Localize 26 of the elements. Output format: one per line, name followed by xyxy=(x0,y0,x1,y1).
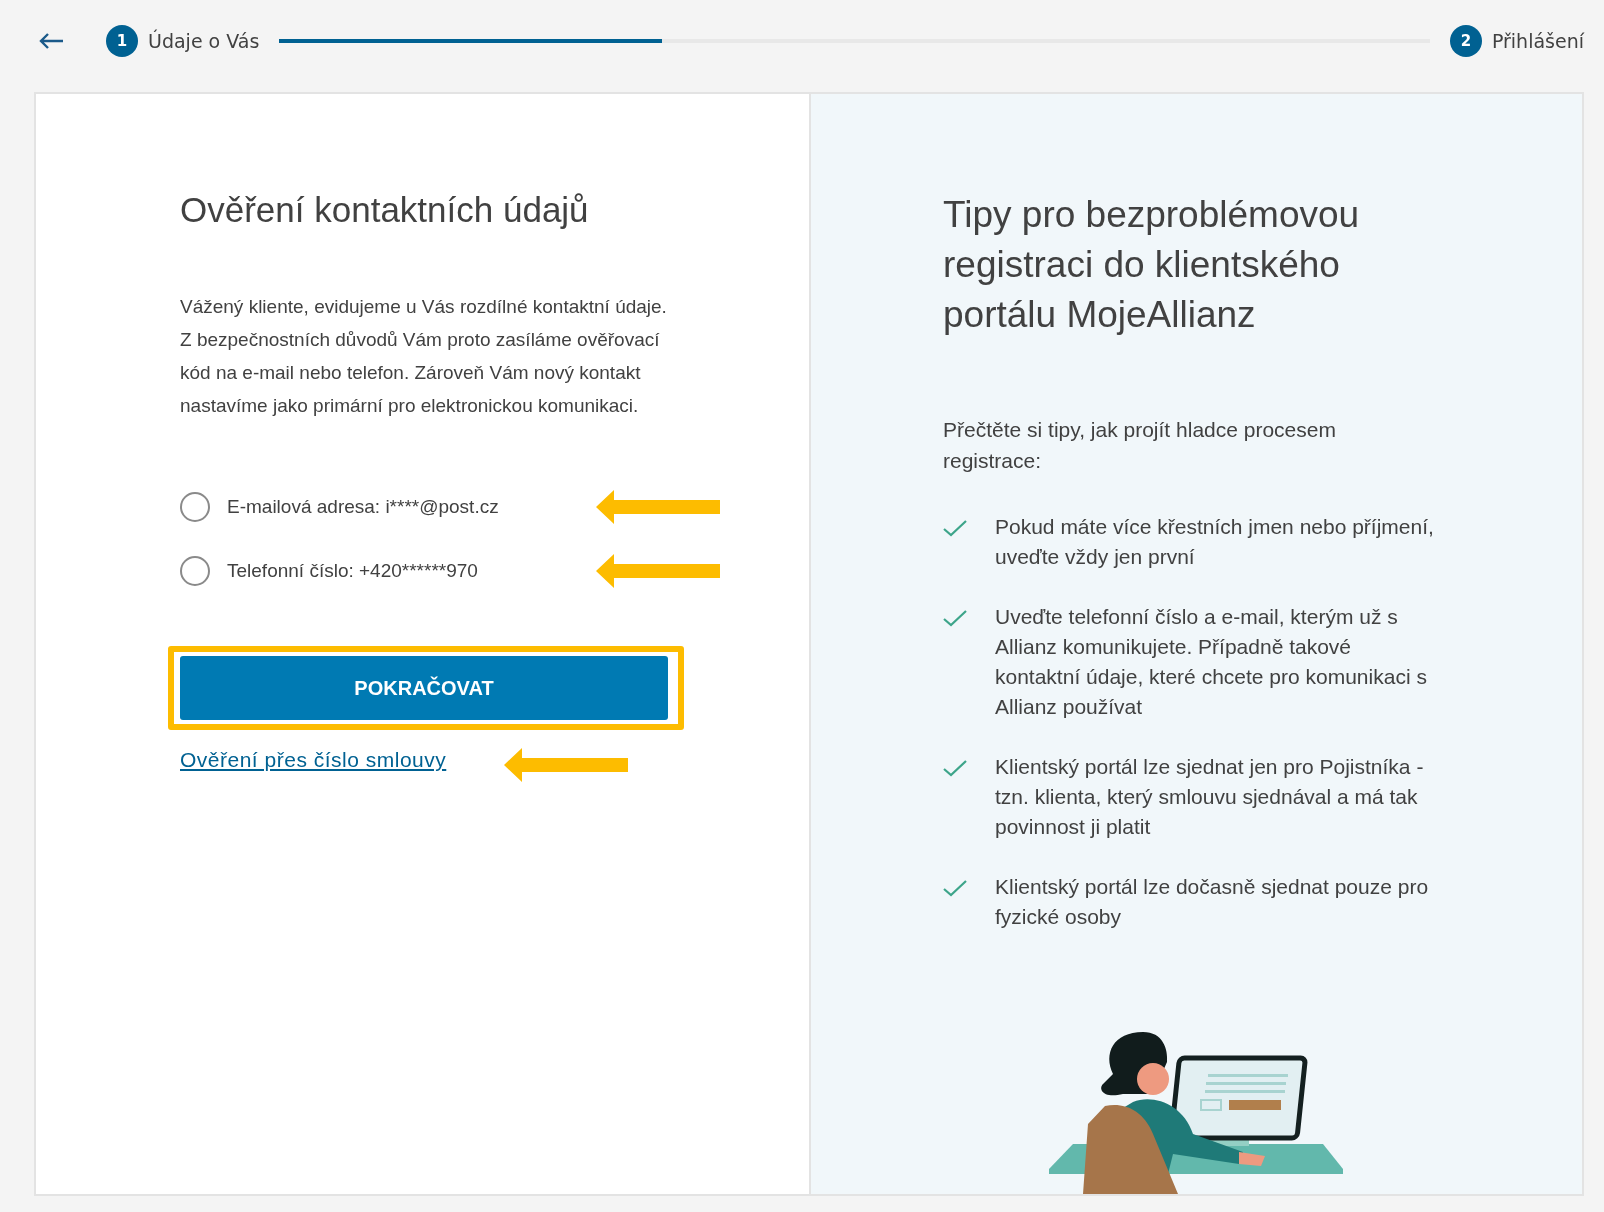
back-arrow-icon[interactable] xyxy=(38,32,64,50)
annotation-arrow-icon xyxy=(596,490,720,524)
step-number: 1 xyxy=(106,25,138,57)
tips-intro: Přečtěte si tipy, jak projít hladce procesem registrace: xyxy=(943,417,1337,474)
tip-text: Klientský portál lze dočasně sjednat pouze pro fyzické osoby xyxy=(995,874,1430,930)
radio-button[interactable] xyxy=(180,556,210,586)
continue-button[interactable]: POKRAČOVAT xyxy=(180,656,668,720)
step-label: Přihlášení xyxy=(1491,30,1584,52)
step-number: 2 xyxy=(1449,25,1482,57)
form-title: Ověření kontaktních údajů xyxy=(180,190,590,230)
radio-label[interactable]: Telefonní číslo: +420******970 xyxy=(227,560,478,582)
annotation-arrow-icon xyxy=(504,748,629,782)
check-icon xyxy=(943,519,967,537)
step-label: Údaje o Vás xyxy=(148,30,260,52)
radio-button[interactable] xyxy=(180,492,210,522)
check-icon xyxy=(943,879,967,897)
description-text: Vážený kliente, evidujeme u Vás rozdílné kontaktní údaje. Z bezpečnostních důvodů Vám proto zasíláme ověřovací kód na e-mail nebo telefon. Zároveň Vám nový kontakt nastavíme jako primární pro elektronickou komunikaci. xyxy=(180,295,668,418)
tip-text: Pokud máte více křestních jmen nebo příjmení, uveďte vždy jen první xyxy=(995,514,1435,570)
tip-text: Uveďte telefonní číslo a e-mail, kterým už s Allianz komunikujete. Případně takové kontaktní údaje, které chcete pro komunikaci s Allianz používat xyxy=(995,604,1428,720)
tip-text: Klientský portál lze sjednat jen pro Pojistníka - tzn. klienta, který smlouvu sjednával a má tak povinnost ji platit xyxy=(995,754,1425,840)
radio-label[interactable]: E-mailová adresa: i****@post.cz xyxy=(227,496,499,518)
check-icon xyxy=(943,759,967,777)
contract-number-link[interactable]: Ověření přes číslo smlouvy xyxy=(180,748,447,772)
check-icon xyxy=(943,609,967,627)
tips-title: Tipy pro bezproblémovou registraci do klientského portálu MojeAllianz xyxy=(943,193,1361,337)
annotation-arrow-icon xyxy=(596,554,720,588)
